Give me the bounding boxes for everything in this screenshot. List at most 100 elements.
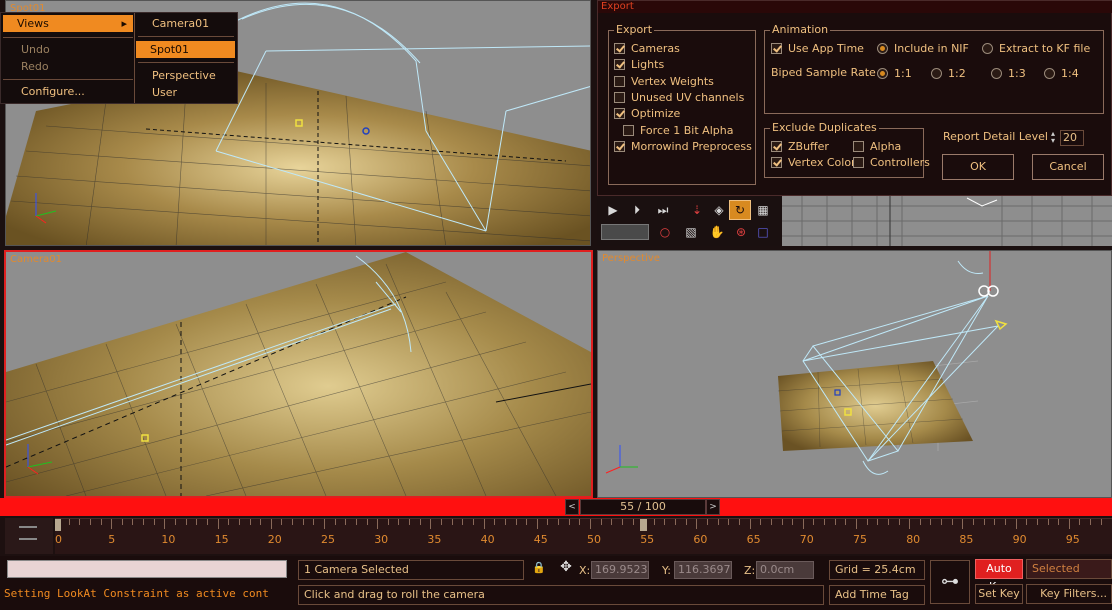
dolly-camera-icon[interactable]: ⇣	[687, 201, 707, 219]
frame-tick	[185, 519, 187, 525]
step-forward-icon[interactable]: ⏵	[627, 201, 647, 219]
menu-item-undo[interactable]: Undo	[7, 41, 50, 58]
mini-curve-editor-icon[interactable]	[19, 526, 37, 540]
menu-item-redo[interactable]: Redo	[7, 58, 49, 75]
exclude-duplicates-group: Exclude Duplicates ZBuffer Alpha Vertex …	[764, 121, 930, 178]
cancel-button[interactable]: Cancel	[1032, 154, 1104, 180]
time-slider-next-button[interactable]: >	[706, 499, 720, 515]
alpha-label: Alpha	[870, 139, 902, 153]
y-coord-input[interactable]: 116.3697c	[674, 561, 732, 579]
frame-tick	[962, 519, 964, 529]
z-coord-input[interactable]: 0.0cm	[756, 561, 814, 579]
checkbox-icon	[623, 124, 634, 136]
frame-tick	[100, 519, 102, 525]
viewport-camera01[interactable]: Camera01	[4, 250, 593, 498]
viewport-label[interactable]: Perspective	[602, 253, 660, 264]
menu-item-camera01[interactable]: Camera01	[138, 15, 209, 32]
unused-uv-checkbox[interactable]: Unused UV channels	[614, 89, 744, 105]
frame-tick-label: 5	[108, 533, 116, 546]
ok-button[interactable]: OK	[942, 154, 1014, 180]
set-key-button[interactable]: Set Key	[975, 584, 1023, 604]
zbuffer-label: ZBuffer	[788, 139, 829, 153]
maximize-viewport-icon[interactable]: ▦	[753, 201, 773, 219]
menu-separator	[3, 79, 133, 80]
alpha-checkbox[interactable]: Alpha	[853, 138, 901, 154]
frame-tick	[324, 519, 325, 529]
rate-1-3-radio[interactable]: 1:3	[991, 65, 1026, 81]
morrowind-preprocess-checkbox[interactable]: Morrowind Preprocess	[614, 138, 752, 154]
orbit-icon[interactable]: ⊛	[731, 223, 751, 241]
frame-tick	[1036, 519, 1038, 525]
frame-tick-label: 85	[959, 533, 974, 546]
selection-set-dropdown[interactable]: Selected	[1026, 559, 1112, 579]
skip-end-icon[interactable]: ⏭	[653, 201, 673, 219]
x-coord-input[interactable]: 169.9523c	[591, 561, 649, 579]
rate-1-2-radio[interactable]: 1:2	[931, 65, 966, 81]
lock-selection-icon[interactable]: 🔒	[532, 561, 546, 577]
menu-item-configure[interactable]: Configure...	[7, 83, 85, 100]
frame-tick	[919, 519, 921, 525]
vertex-colors-checkbox[interactable]: Vertex Colors	[771, 154, 861, 170]
frame-ruler[interactable]: 0 5 10 15 20 25 30 35 40 45 50 55 60 65 70 75 80 85 90 95	[55, 518, 1112, 554]
cameras-checkbox[interactable]: Cameras	[614, 40, 680, 56]
set-key-mode-icon[interactable]: ⊶	[930, 560, 970, 604]
play-icon[interactable]: ▶	[603, 201, 623, 219]
layers-icon[interactable]: ◈	[709, 201, 729, 219]
include-in-nif-radio[interactable]: Include in NIF	[877, 40, 969, 56]
lights-checkbox[interactable]: Lights	[614, 56, 664, 72]
time-slider[interactable]: < 55 / 100 >	[0, 498, 1112, 516]
frame-tick	[441, 519, 443, 525]
key-filters-button[interactable]: Key Filters...	[1026, 584, 1112, 604]
frame-tick	[270, 519, 272, 529]
roll-camera-icon[interactable]: ↻	[729, 200, 751, 220]
optimize-checkbox[interactable]: Optimize	[614, 105, 680, 121]
radio-icon	[931, 67, 942, 79]
min-max-toggle-icon[interactable]: □	[753, 223, 773, 241]
frame-tick-label: 30	[374, 533, 389, 546]
morrowind-preprocess-label: Morrowind Preprocess	[631, 139, 752, 153]
menu-item-spot01[interactable]: Spot01	[136, 41, 235, 58]
maxscript-listener-output: Setting LookAt Constraint as active cont	[4, 587, 269, 600]
viewport-perspective[interactable]: Perspective	[597, 250, 1112, 498]
rate-1-4-radio[interactable]: 1:4	[1044, 65, 1079, 81]
perspective-scene	[605, 251, 1008, 475]
absolute-mode-transform-icon[interactable]: ✥	[555, 559, 577, 579]
field-of-view-icon[interactable]: ▧	[681, 223, 701, 241]
frame-tick	[451, 519, 453, 525]
circle-icon[interactable]: ○	[655, 223, 675, 241]
menu-item-user[interactable]: User	[138, 84, 177, 101]
frame-tick	[345, 519, 347, 525]
frame-tick	[951, 519, 953, 525]
maxscript-input[interactable]	[7, 560, 287, 578]
menu-item-views[interactable]: Views ▸	[3, 15, 133, 32]
frame-tick	[579, 519, 581, 525]
auto-key-button[interactable]: Auto Key	[975, 559, 1023, 593]
track-bar: 0 5 10 15 20 25 30 35 40 45 50 55 60 65 70 75 80 85 90 95	[0, 516, 1112, 556]
zbuffer-checkbox[interactable]: ZBuffer	[771, 138, 829, 154]
frame-tick	[813, 519, 815, 525]
track-bar-toggle[interactable]	[5, 518, 53, 554]
vertex-weights-label: Vertex Weights	[631, 74, 714, 88]
frame-tick	[249, 519, 251, 525]
force-1bit-alpha-checkbox[interactable]: Force 1 Bit Alpha	[623, 122, 733, 138]
viewport-label[interactable]: Camera01	[10, 254, 62, 265]
pan-hand-icon[interactable]: ✋	[707, 223, 727, 241]
use-app-time-checkbox[interactable]: Use App Time	[771, 40, 864, 56]
frame-tick	[398, 519, 400, 525]
frame-tick	[228, 519, 230, 525]
menu-item-perspective[interactable]: Perspective	[138, 67, 216, 84]
controllers-checkbox[interactable]: Controllers	[853, 154, 930, 170]
frame-tick	[419, 519, 421, 525]
add-time-tag-button[interactable]: Add Time Tag	[829, 585, 925, 605]
rate-1-1-radio[interactable]: 1:1	[877, 65, 912, 81]
current-frame-marker[interactable]	[640, 519, 648, 531]
extract-to-kf-radio[interactable]: Extract to KF file	[982, 40, 1090, 56]
report-detail-level-input[interactable]: 20	[1060, 130, 1084, 146]
vertex-weights-checkbox[interactable]: Vertex Weights	[614, 73, 714, 89]
time-slider-thumb[interactable]: 55 / 100	[580, 499, 706, 515]
frame-tick	[749, 519, 751, 529]
viewport-dropdown[interactable]	[601, 224, 649, 240]
frame-tick-label: 40	[480, 533, 495, 546]
time-slider-prev-button[interactable]: <	[565, 499, 579, 515]
report-spinner-arrows-icon[interactable]: ▴ ▾	[1048, 130, 1058, 146]
